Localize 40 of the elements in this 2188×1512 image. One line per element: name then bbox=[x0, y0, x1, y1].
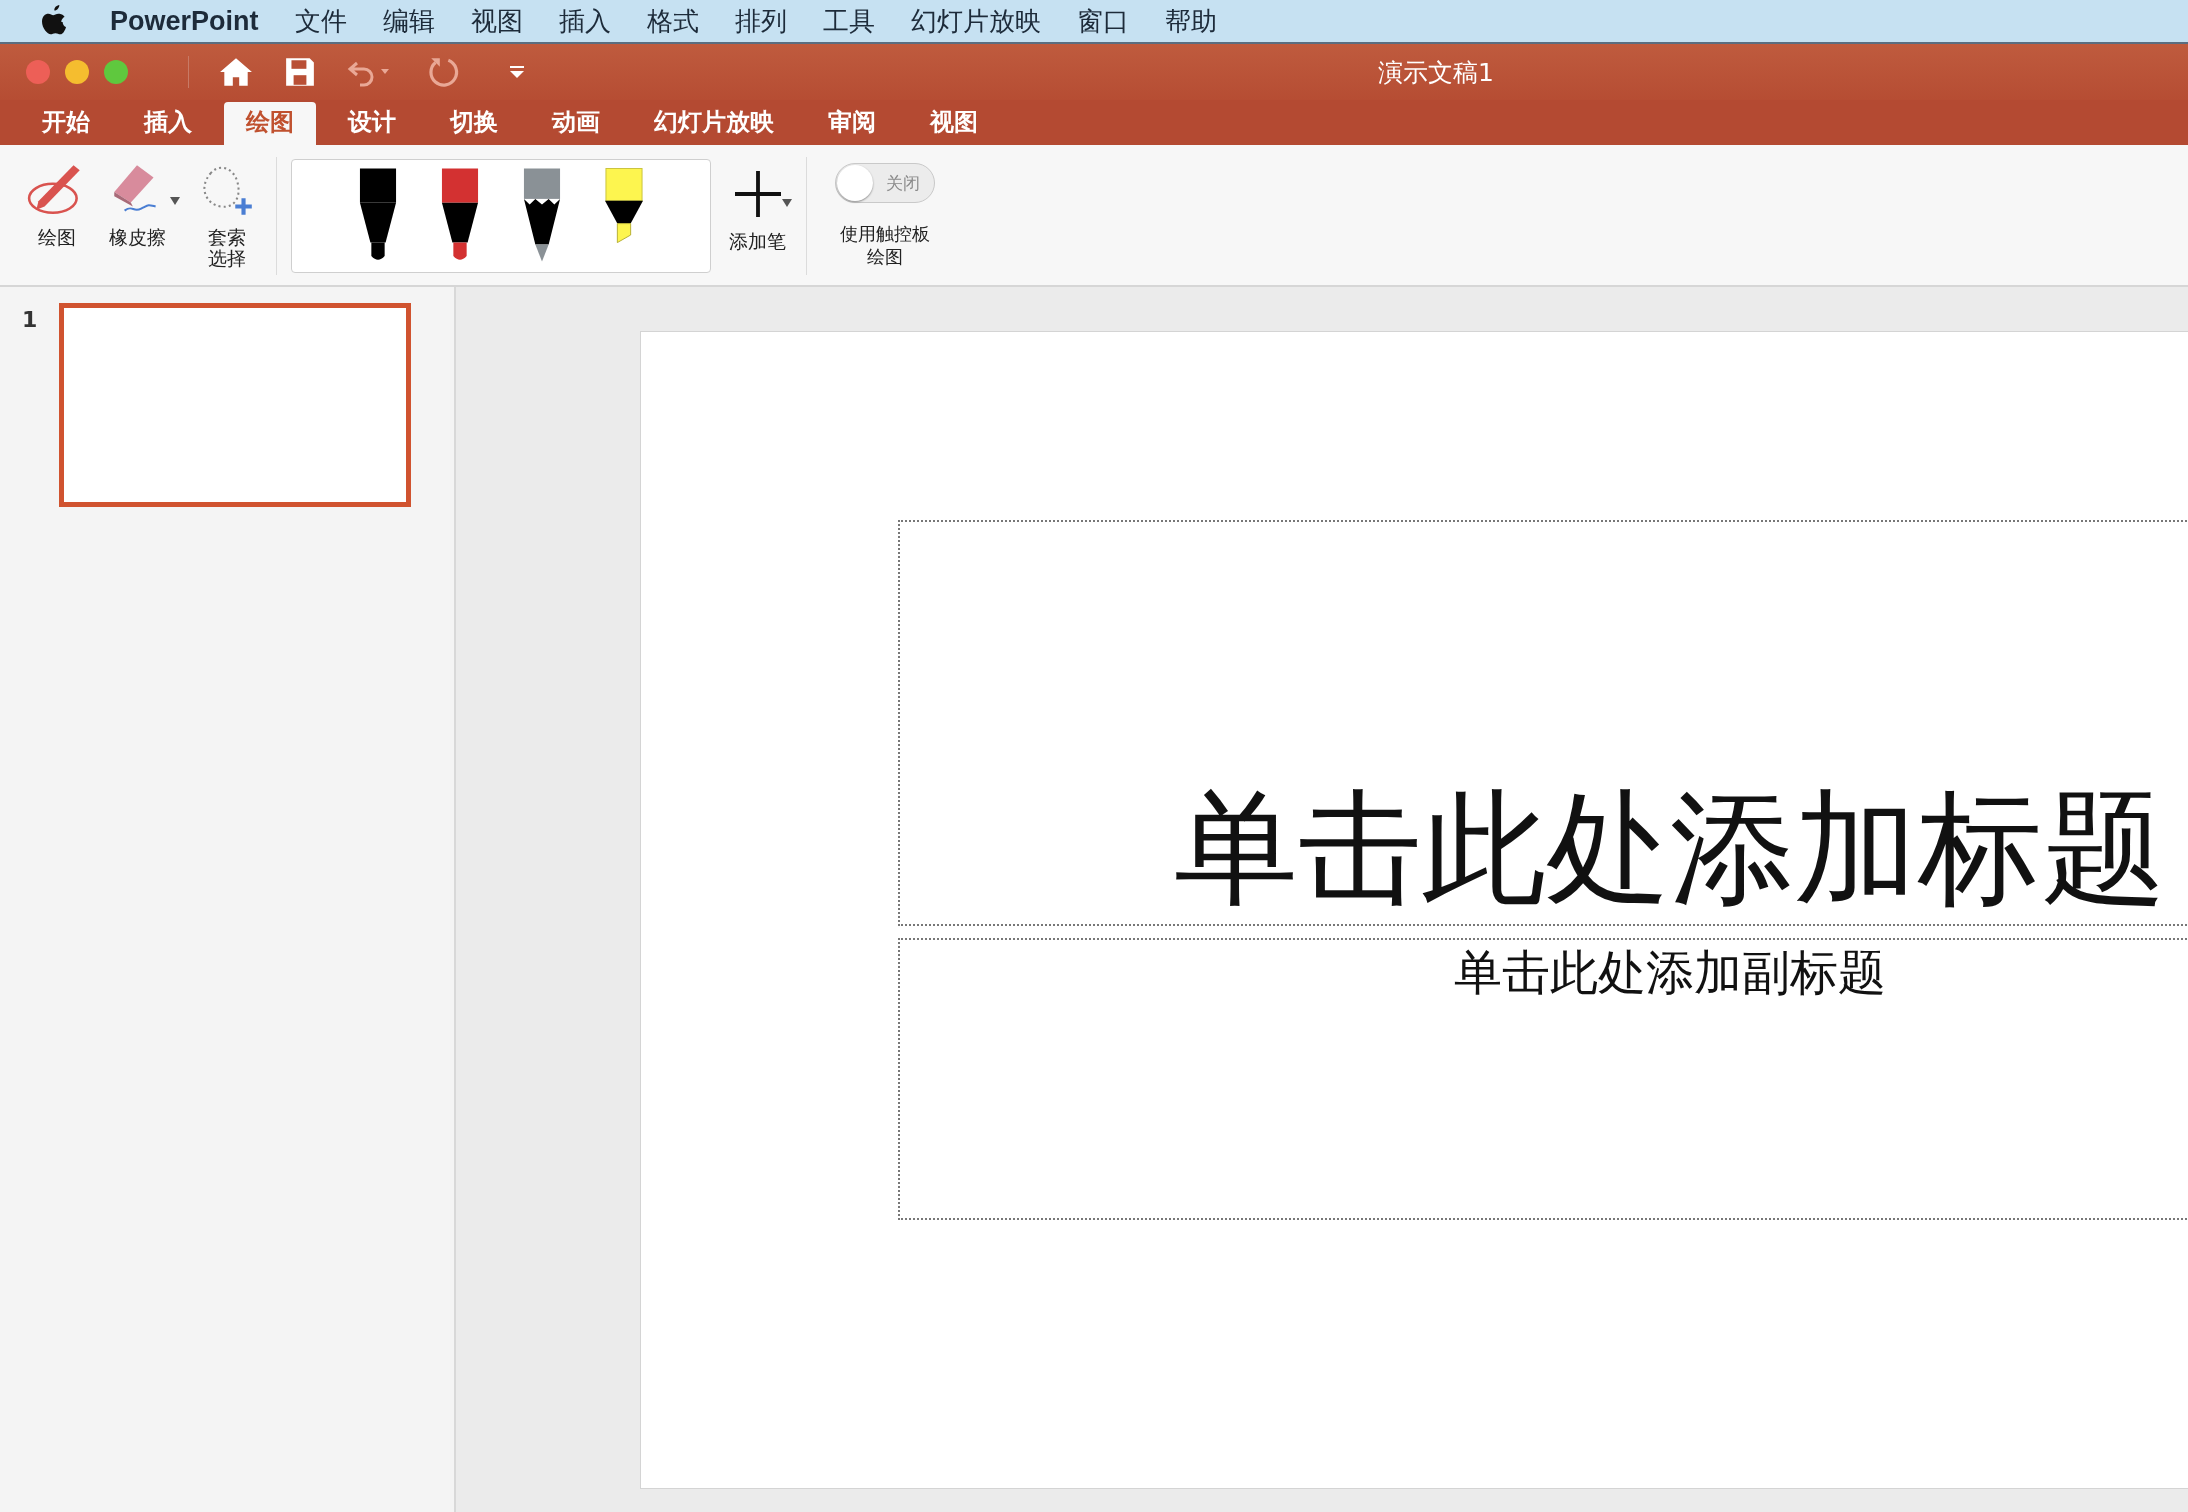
ribbon-tab[interactable]: 开始 bbox=[20, 102, 112, 145]
ribbon-tab[interactable]: 插入 bbox=[122, 102, 214, 145]
ribbon-button[interactable]: 套索选择 bbox=[192, 157, 262, 275]
ribbon-button[interactable]: 橡皮擦 bbox=[102, 157, 172, 254]
minimize-button[interactable] bbox=[65, 60, 89, 84]
caret-icon[interactable] bbox=[782, 199, 792, 207]
subtitle-text: 单击此处添加副标题 bbox=[1454, 944, 1886, 1002]
title-placeholder[interactable]: 单击此处添加标题 bbox=[898, 520, 2188, 926]
ribbon-tab[interactable]: 绘图 bbox=[224, 102, 316, 145]
ribbon-tab[interactable]: 审阅 bbox=[806, 102, 898, 145]
ribbon-button[interactable]: 绘图 bbox=[22, 157, 92, 254]
menu-item[interactable]: 帮助 bbox=[1164, 3, 1217, 39]
menu-item[interactable]: 插入 bbox=[558, 3, 611, 39]
menu-item[interactable]: 幻灯片放映 bbox=[910, 3, 1041, 39]
slide-number: 1 bbox=[22, 307, 38, 332]
add-pen-button[interactable]: 添加笔 bbox=[725, 157, 790, 258]
ribbon-tab[interactable]: 设计 bbox=[326, 102, 418, 145]
customize-icon[interactable] bbox=[509, 65, 525, 79]
ribbon-tab[interactable]: 切换 bbox=[428, 102, 520, 145]
menu-item[interactable]: 工具 bbox=[822, 3, 875, 39]
menu-item[interactable]: 格式 bbox=[646, 3, 699, 39]
app-menu[interactable]: PowerPoint bbox=[110, 5, 259, 37]
menu-item[interactable]: 排列 bbox=[734, 3, 787, 39]
ribbon-tab[interactable]: 视图 bbox=[908, 102, 1000, 145]
ribbon-tab[interactable]: 幻灯片放映 bbox=[632, 102, 796, 145]
menu-item[interactable]: 文件 bbox=[294, 3, 347, 39]
toggle-caption: 使用触控板绘图 bbox=[839, 223, 932, 268]
home-icon[interactable] bbox=[219, 56, 253, 88]
title-text: 单击此处添加标题 bbox=[1174, 779, 2166, 916]
window-title: 演示文稿1 bbox=[1378, 57, 1494, 89]
menu-item[interactable]: 编辑 bbox=[382, 3, 435, 39]
subtitle-placeholder[interactable]: 单击此处添加副标题 bbox=[898, 938, 2188, 1220]
menu-item[interactable]: 窗口 bbox=[1076, 3, 1129, 39]
menu-item[interactable]: 视图 bbox=[470, 3, 523, 39]
plus-icon bbox=[734, 171, 781, 217]
slide-thumbnail[interactable] bbox=[59, 303, 412, 507]
ribbon-tab[interactable]: 动画 bbox=[530, 102, 622, 145]
save-icon[interactable] bbox=[283, 56, 317, 88]
caret-icon[interactable] bbox=[170, 197, 180, 205]
apple-logo-icon[interactable] bbox=[40, 5, 68, 37]
